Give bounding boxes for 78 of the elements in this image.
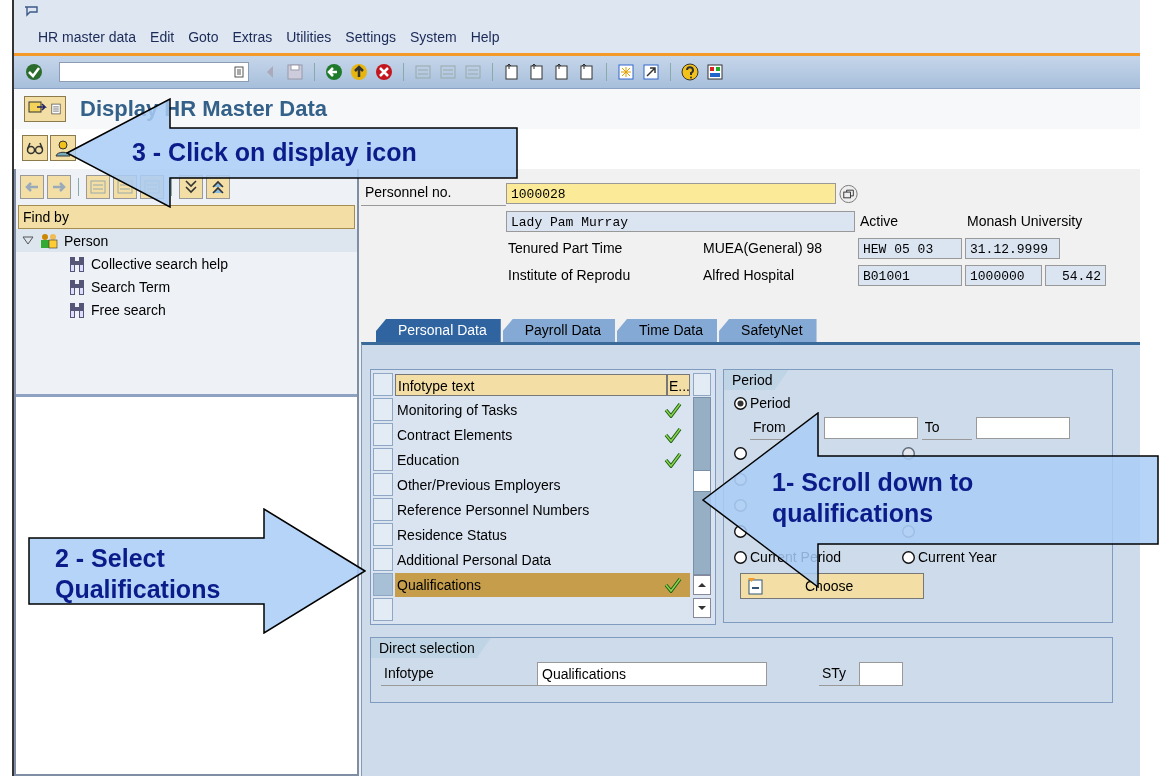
cancel-icon[interactable] (374, 62, 394, 82)
hours-field: 54.42 (1045, 264, 1106, 286)
table-cell[interactable]: Reference Personnel Numbers (395, 497, 690, 522)
date-field: 31.12.9999 (965, 237, 1060, 259)
restore-icon[interactable] (838, 183, 858, 204)
tree-item[interactable]: Free search (91, 301, 166, 318)
binoculars-icon (68, 300, 86, 319)
command-field[interactable] (59, 62, 249, 82)
tree-node[interactable]: Person (64, 232, 109, 249)
table-cell[interactable]: Monitoring of Tasks (395, 397, 690, 422)
employee-group-text: Tenured Part Time (507, 239, 624, 258)
shortcut-icon[interactable] (641, 62, 661, 82)
status-text: Active (859, 212, 900, 231)
radio-label: Current Year (918, 549, 997, 565)
location-text: Alfred Hospital (702, 266, 796, 285)
menu-item[interactable]: Help (470, 29, 500, 45)
callout-text: 2 - Select Qualifications (55, 543, 222, 605)
tree-item[interactable]: Search Term (91, 278, 171, 295)
menu-item[interactable]: Goto (188, 29, 219, 45)
exit-icon[interactable] (349, 62, 369, 82)
cost-center-field: 1000000 (965, 264, 1042, 286)
binoculars-icon (68, 254, 86, 273)
choose-icon (747, 577, 765, 595)
system-menu-icon[interactable] (24, 6, 38, 18)
name-field: Lady Pam Murray (506, 210, 855, 232)
from-date-field[interactable] (823, 417, 918, 439)
dropdown-icon[interactable] (234, 66, 244, 78)
table-cell[interactable]: Contract Elements (395, 422, 690, 447)
radio-button[interactable] (902, 550, 915, 564)
person-icon[interactable] (53, 138, 73, 158)
enter-icon[interactable] (24, 62, 44, 82)
menu-item[interactable]: HR master data (38, 29, 137, 45)
tab[interactable]: Payroll Data (502, 319, 615, 342)
table-cell[interactable]: Residence Status (395, 522, 690, 547)
table-cell[interactable]: Additional Personal Data (395, 547, 690, 572)
subtype-field[interactable] (859, 662, 903, 686)
radio-button[interactable] (734, 446, 747, 460)
org-unit-text: Institute of Reprodu (507, 266, 632, 285)
column-header[interactable]: Infotype text (395, 373, 667, 396)
callout-text: 1- Scroll down to qualifications (772, 467, 975, 529)
column-header[interactable]: E... (667, 373, 690, 396)
tab[interactable]: SafetyNet (719, 319, 817, 342)
tree-item[interactable]: Collective search help (91, 255, 228, 272)
expander-icon[interactable] (22, 235, 34, 246)
tab[interactable]: Time Data (617, 319, 718, 342)
callout-text: 3 - Click on display icon (132, 137, 418, 168)
help-icon[interactable] (680, 62, 700, 82)
table-cell[interactable]: Other/Previous Employers (395, 472, 690, 497)
radio-label: Period (750, 395, 791, 411)
personnel-number-field[interactable]: 1000028 (506, 183, 836, 204)
tab[interactable]: Personal Data (376, 319, 501, 342)
tree-header: Find by (18, 205, 355, 229)
organization-text: Monash University (966, 212, 1084, 231)
infotype-field[interactable]: Qualifications (537, 662, 767, 686)
scroll-down-icon[interactable] (693, 598, 711, 618)
layout-icon[interactable] (705, 62, 725, 82)
table-cell[interactable]: Education (395, 447, 690, 472)
choose-button[interactable]: Choose (740, 573, 924, 599)
menu-item[interactable]: Settings (345, 29, 396, 45)
to-date-field[interactable] (975, 417, 1070, 439)
radio-button[interactable] (734, 550, 747, 564)
position-field: B01001 (858, 264, 962, 286)
people-icon (39, 232, 59, 249)
pay-grade-field: HEW 05 03 (858, 237, 962, 259)
binoculars-icon (68, 277, 86, 296)
scroll-up-icon[interactable] (693, 575, 711, 595)
menu-item[interactable]: Edit (150, 29, 175, 45)
menu-item[interactable]: System (409, 29, 457, 45)
field-label: To (921, 416, 972, 440)
back-icon[interactable] (324, 62, 344, 82)
menu-item[interactable]: Utilities (286, 29, 332, 45)
group-title: Period (724, 370, 789, 390)
union-text: MUEA(General) 98 (702, 239, 824, 258)
radio-button[interactable] (734, 396, 747, 410)
menu-item[interactable]: Extras (232, 29, 273, 45)
scrollbar-thumb[interactable] (694, 470, 710, 492)
table-cell[interactable]: Qualifications (395, 572, 690, 597)
group-title: Direct selection (371, 638, 491, 658)
